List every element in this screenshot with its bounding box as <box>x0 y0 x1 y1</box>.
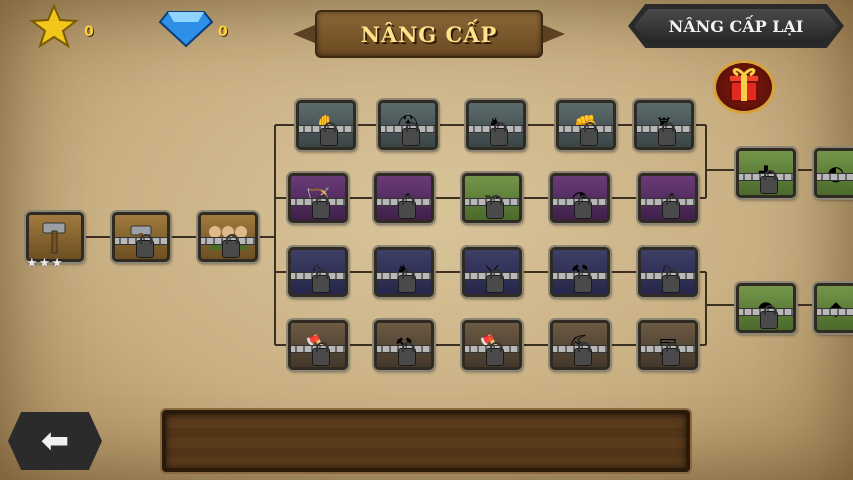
banner-board: NÂNG CẤP <box>315 10 543 58</box>
stars-counter: 0 <box>28 4 94 48</box>
skill-node-root[interactable] <box>26 212 84 262</box>
skill-node-r3-3[interactable]: ⚔ <box>462 247 522 297</box>
gem-icon <box>158 11 214 48</box>
skill-node-r2-3[interactable]: ➳ <box>462 173 522 223</box>
root-stars: ★★★ <box>26 256 64 271</box>
skill-node-r1-3[interactable]: ♞ <box>466 100 526 150</box>
lock-icon <box>574 269 592 293</box>
title-banner: NÂNG CẤP <box>293 8 565 60</box>
skill-node-r2-2[interactable]: ➶ <box>374 173 434 223</box>
gift-icon <box>728 68 760 102</box>
hammer-icon <box>29 215 81 259</box>
page-title: NÂNG CẤP <box>360 21 498 47</box>
reset-upgrades-button-face: NÂNG CẤP LẠI <box>634 9 838 43</box>
gems-counter: 0 <box>158 4 228 48</box>
gift-button[interactable] <box>713 60 775 114</box>
skill-node-extra-2[interactable]: ◐ <box>814 148 853 198</box>
skill-node-r3-2[interactable]: ♞ <box>374 247 434 297</box>
gems-count: 0 <box>218 24 228 40</box>
back-arrow-icon: ⬅ <box>40 421 70 461</box>
lock-icon <box>574 195 592 219</box>
lock-icon <box>320 122 338 146</box>
lock-icon <box>760 170 778 194</box>
skill-node-r4-3[interactable]: 🪓 <box>462 320 522 370</box>
skill-node-extra-1[interactable]: ✚ <box>736 148 796 198</box>
skill-node-r4-4[interactable]: ⛏ <box>550 320 610 370</box>
lock-icon <box>312 269 330 293</box>
stars-count: 0 <box>84 24 94 40</box>
lock-icon <box>662 195 680 219</box>
lock-icon <box>490 122 508 146</box>
lock-icon <box>398 269 416 293</box>
lock-icon <box>574 342 592 366</box>
lock-icon <box>486 195 504 219</box>
skill-node-r2-1[interactable]: 🏹 <box>288 173 348 223</box>
chain <box>817 308 853 316</box>
skill-node-r1-5[interactable]: ♜ <box>634 100 694 150</box>
skill-node-extra-4[interactable]: ◆ <box>814 283 853 333</box>
skill-node-extra-3[interactable]: ● <box>736 283 796 333</box>
lock-icon <box>398 342 416 366</box>
skill-node-r3-5[interactable]: ♘ <box>638 247 698 297</box>
skill-node-r4-2[interactable]: ⚒ <box>374 320 434 370</box>
lock-icon <box>662 342 680 366</box>
lock-icon <box>312 195 330 219</box>
lock-icon <box>580 122 598 146</box>
skill-node-tier1[interactable] <box>112 212 170 262</box>
star-icon <box>29 4 79 48</box>
lock-icon <box>402 122 420 146</box>
lock-icon <box>658 122 676 146</box>
skill-node-r1-1[interactable]: ✋ <box>296 100 356 150</box>
skill-node-r4-1[interactable]: 🪓 <box>288 320 348 370</box>
lock-icon <box>662 269 680 293</box>
reset-upgrades-label: NÂNG CẤP LẠI <box>668 16 804 36</box>
skill-node-r3-1[interactable]: ♘ <box>288 247 348 297</box>
lock-icon <box>760 305 778 329</box>
chain <box>817 173 853 181</box>
skill-node-r2-5[interactable]: ➹ <box>638 173 698 223</box>
lock-icon <box>222 234 240 258</box>
description-panel <box>162 410 690 472</box>
skill-node-r2-4[interactable]: ◔ <box>550 173 610 223</box>
lock-icon <box>486 269 504 293</box>
skill-node-r1-2[interactable]: ⛑ <box>378 100 438 150</box>
lock-icon <box>398 195 416 219</box>
lock-icon <box>486 342 504 366</box>
skill-node-tier2[interactable] <box>198 212 258 262</box>
lock-icon <box>312 342 330 366</box>
lock-icon <box>136 234 154 258</box>
skill-node-r1-4[interactable]: ✊ <box>556 100 616 150</box>
reset-upgrades-button[interactable]: NÂNG CẤP LẠI <box>628 4 844 48</box>
skill-node-r4-5[interactable]: ▤ <box>638 320 698 370</box>
skill-node-r3-4[interactable]: ⚒ <box>550 247 610 297</box>
back-button[interactable]: ⬅ <box>8 412 102 470</box>
